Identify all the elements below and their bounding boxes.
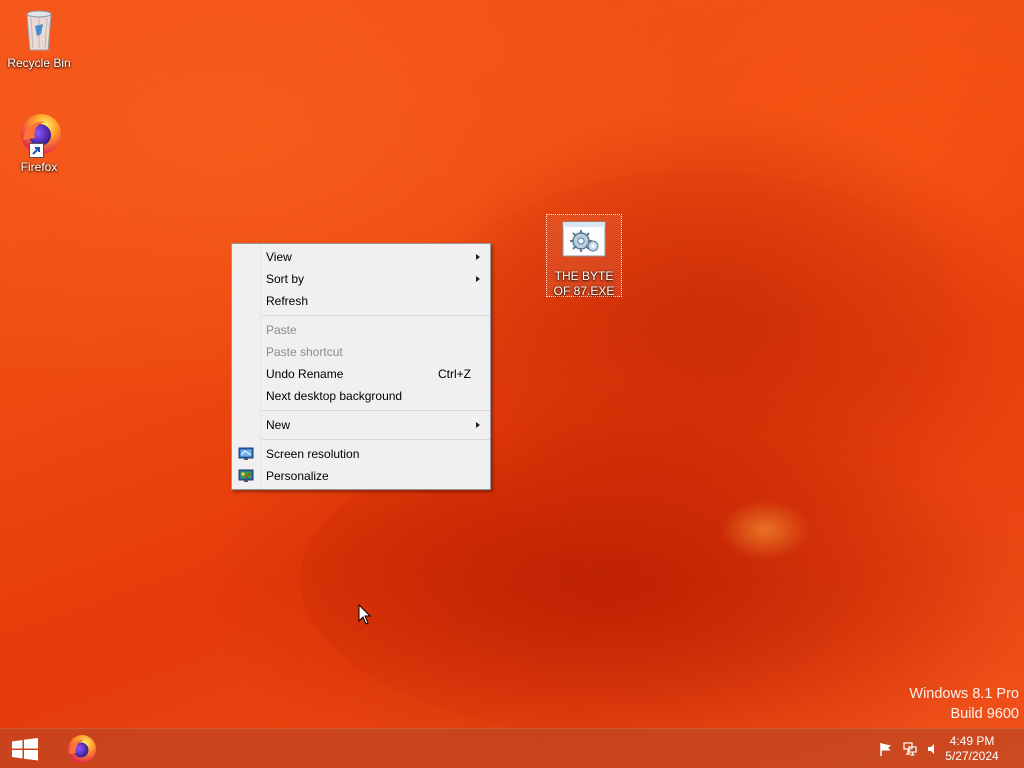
firefox-icon	[15, 110, 63, 158]
byte-of-87-exe-desktop-icon[interactable]: THE BYTE OF 87.EXE	[546, 214, 622, 298]
menu-item-label: Undo Rename	[266, 367, 344, 381]
menu-separator	[262, 439, 490, 440]
firefox-icon	[68, 735, 96, 763]
menu-item-label: Personalize	[266, 469, 329, 483]
taskbar: 4:49 PM 5/27/2024	[0, 728, 1024, 768]
watermark-edition: Windows 8.1 Pro	[909, 686, 1019, 702]
menu-separator	[262, 315, 490, 316]
firefox-desktop-icon[interactable]: Firefox	[1, 110, 77, 175]
menu-item-label: Next desktop background	[266, 389, 403, 403]
screen-resolution-icon	[238, 446, 254, 462]
menu-item-shortcut: Ctrl+Z	[438, 367, 471, 381]
menu-item-label: View	[266, 250, 292, 264]
menu-item-view[interactable]: View	[232, 246, 490, 268]
submenu-arrow-icon	[476, 422, 480, 428]
menu-separator	[262, 410, 490, 411]
recycle-bin-desktop-icon[interactable]: Recycle Bin	[1, 6, 77, 71]
clock-time: 4:49 PM	[949, 734, 995, 748]
byte-of-87-exe-label: THE BYTE OF 87.EXE	[553, 269, 615, 298]
menu-item-label: Paste shortcut	[266, 345, 343, 359]
menu-item-screen-resolution[interactable]: Screen resolution	[232, 443, 490, 465]
desktop-context-menu: View Sort by Refresh Paste Paste shortcu…	[231, 243, 491, 490]
menu-item-paste-shortcut: Paste shortcut	[232, 341, 490, 363]
menu-item-paste: Paste	[232, 319, 490, 341]
personalize-icon	[238, 468, 254, 484]
menu-item-label: Sort by	[266, 272, 305, 286]
action-center-flag-icon[interactable]	[878, 741, 894, 757]
recycle-bin-label: Recycle Bin	[7, 56, 71, 70]
menu-item-undo-rename[interactable]: Undo Rename Ctrl+Z	[232, 363, 490, 385]
desktop[interactable]: Recycle Bin Firefox THE BYTE OF 87.EXE V…	[0, 0, 1024, 768]
watermark-build: Build 9600	[950, 706, 1019, 722]
recycle-bin-icon	[15, 6, 63, 54]
submenu-arrow-icon	[476, 254, 480, 260]
mouse-pointer-icon	[358, 603, 372, 631]
submenu-arrow-icon	[476, 276, 480, 282]
start-button[interactable]	[0, 729, 50, 768]
menu-item-new[interactable]: New	[232, 414, 490, 436]
exe-application-icon	[560, 219, 608, 267]
windows-build-watermark: Windows 8.1 Pro Build 9600	[909, 684, 1019, 724]
firefox-label: Firefox	[20, 160, 58, 174]
menu-item-personalize[interactable]: Personalize	[232, 465, 490, 487]
menu-item-label: Refresh	[266, 294, 309, 308]
windows-logo-icon	[12, 738, 38, 761]
network-icon[interactable]	[902, 741, 918, 757]
clock-date: 5/27/2024	[945, 749, 999, 763]
menu-item-label: Paste	[266, 323, 297, 337]
taskbar-firefox-button[interactable]	[58, 729, 104, 768]
shortcut-arrow-icon	[29, 143, 44, 158]
menu-item-sort-by[interactable]: Sort by	[232, 268, 490, 290]
wallpaper-swirl	[420, 170, 980, 500]
menu-item-label: New	[266, 418, 291, 432]
menu-item-label: Screen resolution	[266, 447, 360, 461]
system-tray: 4:49 PM 5/27/2024	[864, 729, 1024, 768]
wallpaper-highlight	[720, 500, 810, 560]
menu-item-next-desktop-background[interactable]: Next desktop background	[232, 385, 490, 407]
taskbar-clock[interactable]: 4:49 PM 5/27/2024	[937, 734, 1007, 764]
menu-item-refresh[interactable]: Refresh	[232, 290, 490, 312]
